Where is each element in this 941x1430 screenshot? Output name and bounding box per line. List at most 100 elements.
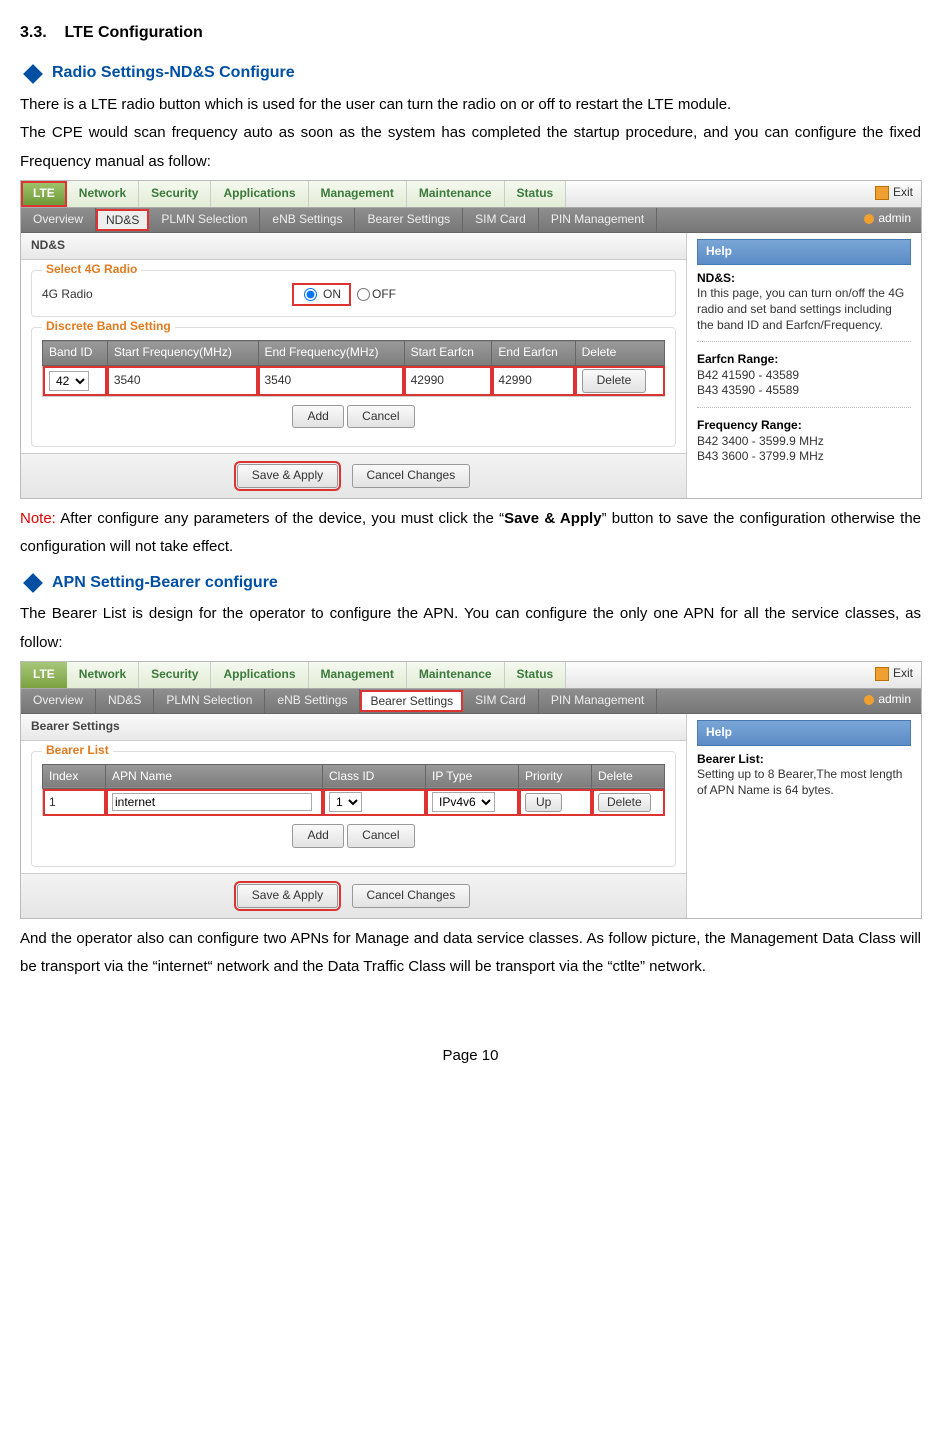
tab-status[interactable]: Status: [505, 662, 567, 688]
subtab-nds[interactable]: ND&S: [96, 209, 149, 231]
action-bar-2: Save & Apply Cancel Changes: [21, 873, 686, 918]
col-start-earfcn: Start Earfcn: [404, 341, 492, 366]
tab-security[interactable]: Security: [139, 181, 211, 207]
subsection-1-title: Radio Settings-ND&S Configure: [52, 58, 295, 88]
sub-tabs-2: Overview ND&S PLMN Selection eNB Setting…: [21, 689, 921, 714]
col-priority: Priority: [519, 764, 592, 789]
admin-indicator: admin: [864, 692, 911, 708]
help-freq-2: B43 3600 - 3799.9 MHz: [697, 449, 824, 463]
subtab-bearer[interactable]: Bearer Settings: [355, 208, 463, 232]
cancel-changes-button[interactable]: Cancel Changes: [352, 884, 471, 908]
subtab-bearer[interactable]: Bearer Settings: [360, 690, 463, 712]
admin-label: admin: [878, 692, 911, 708]
subtab-pin[interactable]: PIN Management: [539, 208, 657, 232]
section-heading: 3.3. LTE Configuration: [20, 18, 921, 48]
classid-select[interactable]: 1: [329, 792, 362, 812]
radio-on-label: ON: [323, 287, 341, 303]
note-text-a: After configure any parameters of the de…: [56, 510, 504, 527]
cell-end-freq: 3540: [258, 366, 404, 397]
save-apply-button[interactable]: Save & Apply: [237, 884, 338, 908]
fieldset-discrete-band: Discrete Band Setting Band ID Start Freq…: [31, 327, 676, 447]
col-delete: Delete: [575, 341, 664, 366]
subtab-sim[interactable]: SIM Card: [463, 689, 539, 713]
col-index: Index: [43, 764, 106, 789]
help-panel-1: Help ND&S: In this page, you can turn on…: [687, 233, 921, 498]
apn-name-input[interactable]: [112, 793, 312, 811]
exit-link[interactable]: Exit: [875, 185, 913, 201]
subtab-enb[interactable]: eNB Settings: [260, 208, 355, 232]
band-id-select[interactable]: 42: [49, 371, 89, 391]
bearer-table: Index APN Name Class ID IP Type Priority…: [42, 764, 665, 817]
exit-link[interactable]: Exit: [875, 666, 913, 682]
subtab-pin[interactable]: PIN Management: [539, 689, 657, 713]
delete-bearer-button[interactable]: Delete: [598, 793, 651, 813]
add-band-button[interactable]: Add: [292, 405, 343, 429]
tab-lte[interactable]: LTE: [21, 662, 67, 688]
subtab-overview[interactable]: Overview: [21, 208, 96, 232]
cancel-bearer-button[interactable]: Cancel: [347, 824, 414, 848]
radio-on-box: ON: [292, 283, 351, 307]
cell-end-earfcn: 42990: [492, 366, 575, 397]
add-bearer-button[interactable]: Add: [292, 824, 343, 848]
subtab-sim[interactable]: SIM Card: [463, 208, 539, 232]
help-earfcn-1: B42 41590 - 43589: [697, 368, 799, 382]
tab-maintenance[interactable]: Maintenance: [407, 181, 505, 207]
help-panel-2: Help Bearer List: Setting up to 8 Bearer…: [687, 714, 921, 917]
main-tabs-2: LTE Network Security Applications Manage…: [21, 662, 921, 689]
tab-security[interactable]: Security: [139, 662, 211, 688]
col-end-freq: End Frequency(MHz): [258, 341, 404, 366]
subtab-enb[interactable]: eNB Settings: [265, 689, 360, 713]
radio-on[interactable]: [304, 288, 317, 301]
col-start-freq: Start Frequency(MHz): [107, 341, 258, 366]
tab-network[interactable]: Network: [67, 662, 139, 688]
tab-lte[interactable]: LTE: [21, 181, 67, 207]
cancel-band-button[interactable]: Cancel: [347, 405, 414, 429]
cell-start-freq: 3540: [107, 366, 258, 397]
exit-icon: [875, 667, 889, 681]
fieldset-select-4g: Select 4G Radio 4G Radio ON OFF: [31, 270, 676, 318]
help-title: Help: [697, 720, 911, 746]
subtab-plmn[interactable]: PLMN Selection: [154, 689, 265, 713]
admin-label: admin: [878, 211, 911, 227]
subtab-plmn[interactable]: PLMN Selection: [149, 208, 260, 232]
col-end-earfcn: End Earfcn: [492, 341, 575, 366]
help-nds-title: ND&S:: [697, 271, 735, 285]
section-number: 3.3.: [20, 24, 47, 41]
subtab-nds[interactable]: ND&S: [96, 689, 154, 713]
tab-management[interactable]: Management: [309, 662, 407, 688]
section-title-text: LTE Configuration: [64, 24, 202, 41]
main-tabs: LTE Network Security Applications Manage…: [21, 181, 921, 208]
paragraph-3: The Bearer List is design for the operat…: [20, 600, 921, 657]
paragraph-1: There is a LTE radio button which is use…: [20, 91, 921, 120]
legend-bearer-list: Bearer List: [42, 743, 113, 759]
save-apply-button[interactable]: Save & Apply: [237, 464, 338, 488]
help-earfcn-2: B43 43590 - 45589: [697, 383, 799, 397]
paragraph-2: The CPE would scan frequency auto as soo…: [20, 119, 921, 176]
tab-maintenance[interactable]: Maintenance: [407, 662, 505, 688]
tab-applications[interactable]: Applications: [211, 662, 308, 688]
user-icon: [864, 695, 874, 705]
help-bearer-title: Bearer List:: [697, 752, 764, 766]
help-title: Help: [697, 239, 911, 265]
col-classid: Class ID: [323, 764, 426, 789]
note-label: Note:: [20, 510, 56, 527]
delete-band-button[interactable]: Delete: [582, 369, 647, 393]
exit-icon: [875, 186, 889, 200]
action-bar-1: Save & Apply Cancel Changes: [21, 453, 686, 498]
tab-applications[interactable]: Applications: [211, 181, 308, 207]
col-apn: APN Name: [106, 764, 323, 789]
cancel-changes-button[interactable]: Cancel Changes: [352, 464, 471, 488]
tab-status[interactable]: Status: [505, 181, 567, 207]
tab-network[interactable]: Network: [67, 181, 139, 207]
col-delete: Delete: [592, 764, 665, 789]
radio-off-label: OFF: [372, 287, 396, 303]
iptype-select[interactable]: IPv4v6: [432, 792, 495, 812]
bearer-row: 1 1 IPv4v6 Up Delete: [43, 789, 665, 816]
help-nds-body: In this page, you can turn on/off the 4G…: [697, 286, 904, 331]
priority-up-button[interactable]: Up: [525, 793, 562, 813]
subtab-overview[interactable]: Overview: [21, 689, 96, 713]
radio-off[interactable]: [357, 288, 370, 301]
col-iptype: IP Type: [426, 764, 519, 789]
user-icon: [864, 214, 874, 224]
tab-management[interactable]: Management: [309, 181, 407, 207]
